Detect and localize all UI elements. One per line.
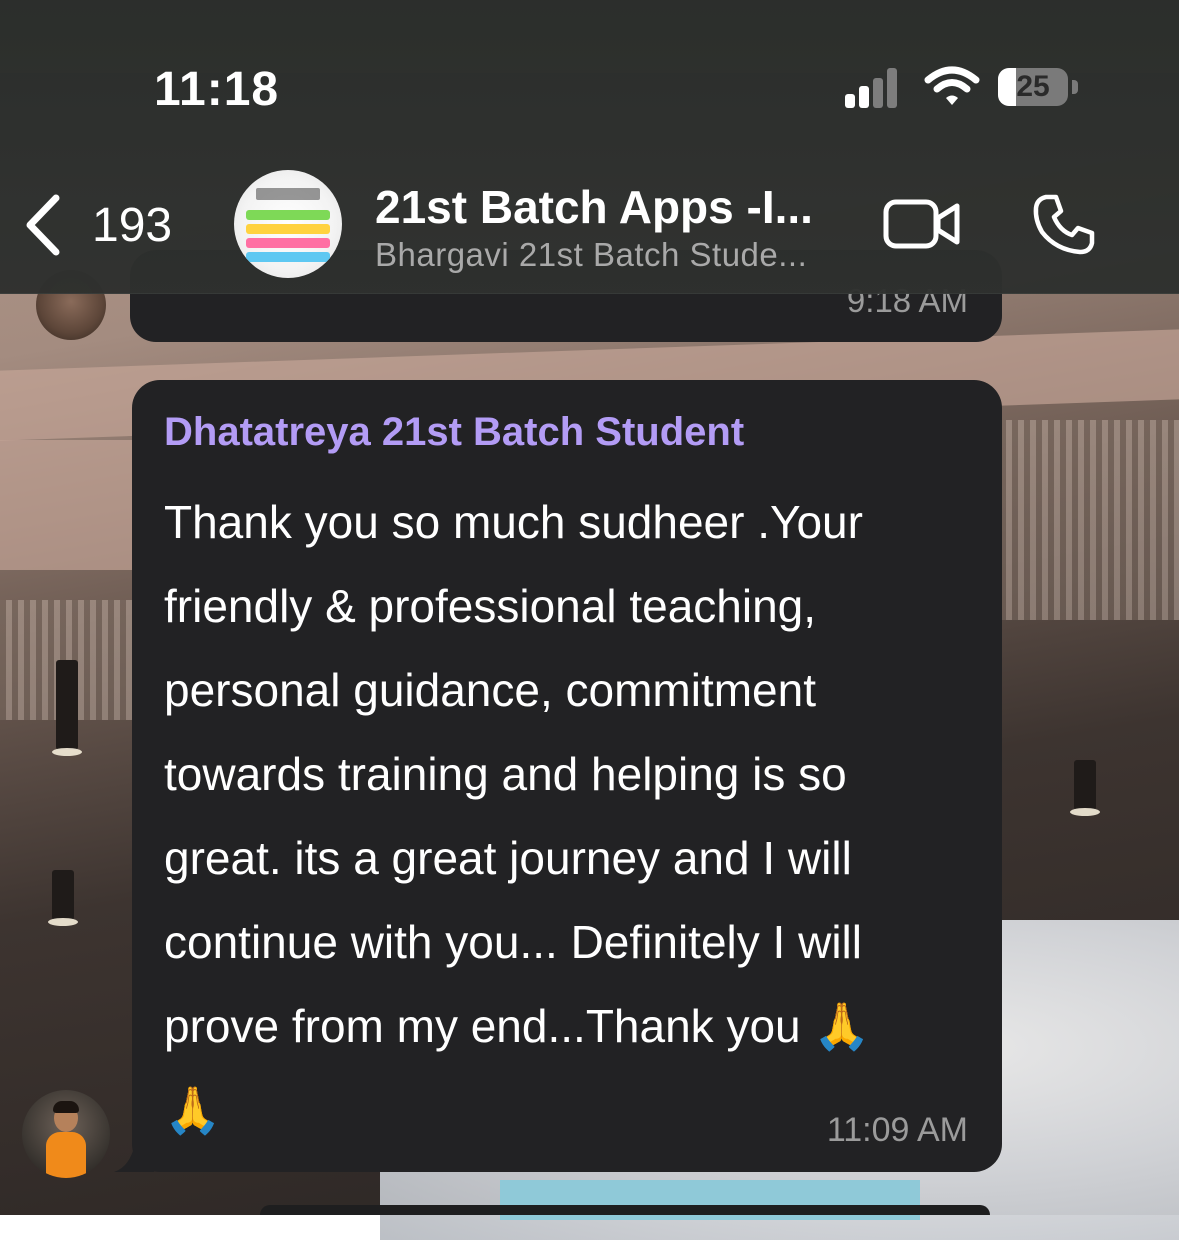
phone-icon[interactable] [1032,192,1096,256]
wallpaper-lamp [48,870,78,926]
wallpaper-lamp [52,660,82,756]
chat-subtitle[interactable]: Bhargavi 21st Batch Stude... [375,236,807,274]
message-text: Thank you so much sudheer .Your friendly… [164,496,871,1136]
battery-indicator: 25 [998,68,1068,106]
group-avatar[interactable] [234,170,342,278]
battery-cap [1072,80,1078,94]
chat-header: 11:18 25 193 21st Batch Apps -I... Bharg… [0,0,1179,294]
message-bubble[interactable]: Dhatatreya 21st Batch Student Thank you … [132,380,1002,1172]
video-call-icon[interactable] [882,196,962,252]
cellular-signal-icon [845,68,905,108]
wifi-icon [924,66,980,105]
bubble-tail [114,1138,154,1172]
message-sender[interactable]: Dhatatreya 21st Batch Student [164,410,744,455]
status-time: 11:18 [154,63,280,116]
unread-count: 193 [92,198,173,252]
battery-percent: 25 [1016,70,1050,103]
sender-avatar[interactable] [22,1090,110,1178]
next-message-edge [260,1205,990,1215]
wallpaper-wall [0,440,140,570]
wallpaper-lamp [1070,760,1100,816]
message-timestamp: 11:09 AM [826,1111,968,1149]
chevron-left-icon [26,194,60,256]
wallpaper-ceiling-slats [1000,420,1179,620]
chat-title[interactable]: 21st Batch Apps -I... [375,180,813,234]
back-button[interactable]: 193 [20,190,172,260]
